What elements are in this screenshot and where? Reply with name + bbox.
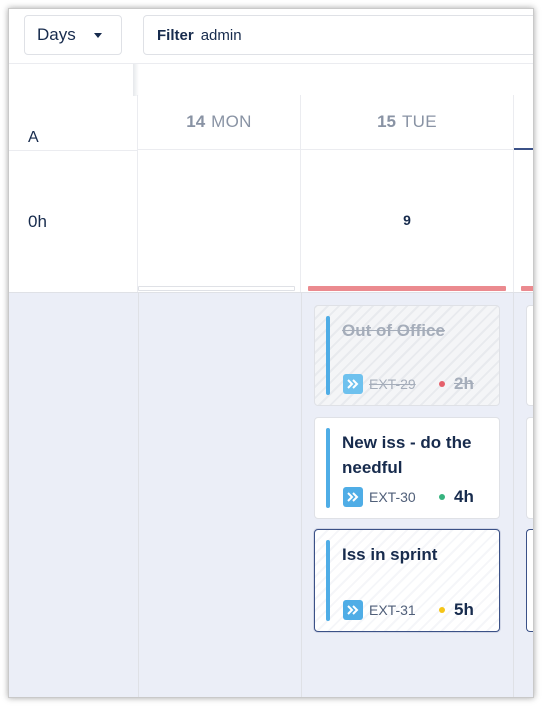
priority-dot [439, 494, 445, 500]
issue-hours: 4h [454, 487, 474, 506]
issue-card-partial[interactable] [526, 417, 533, 519]
resource-header-label: A [28, 129, 39, 146]
card-title: New iss - do the needful [342, 433, 472, 477]
filter-field[interactable]: Filter admin [143, 15, 533, 55]
day-column-mon: 14 MON [138, 95, 301, 292]
issue-key[interactable]: EXT-31 [369, 602, 435, 618]
chevron-double-right-icon [343, 600, 363, 620]
grid-line [301, 293, 302, 697]
priority-dot [439, 381, 445, 387]
capacity-bar [308, 286, 506, 291]
day-column-next [513, 95, 533, 292]
card-meta: EXT-30 4h [343, 487, 474, 507]
day-header[interactable]: 15 TUE [301, 95, 513, 150]
card-meta: EXT-29 2h [343, 374, 474, 394]
toolbar: Days Filter admin [9, 9, 533, 63]
planner-window: Days Filter admin A 0h 14 MON 15 TUE 9 O… [8, 8, 534, 698]
day-column-tue: 15 TUE 9 [301, 95, 513, 292]
day-name: TUE [402, 112, 437, 131]
card-accent [326, 428, 330, 508]
capacity-bar [521, 286, 533, 291]
filter-label: Filter [157, 26, 194, 44]
priority-dot [439, 607, 445, 613]
timeline-header-strip [9, 63, 533, 96]
card-accent [326, 540, 330, 621]
day-name: MON [211, 112, 252, 131]
divider [9, 150, 138, 151]
day-header[interactable]: 14 MON [138, 95, 300, 150]
grid-line [513, 293, 514, 697]
resource-column: A 0h [9, 95, 138, 292]
day-number: 15 [377, 112, 396, 131]
card-title: Out of Office [342, 321, 445, 340]
issue-key[interactable]: EXT-30 [369, 489, 435, 505]
issue-hours: 2h [454, 374, 474, 393]
card-meta: EXT-31 5h [343, 600, 474, 620]
day-number: 14 [186, 112, 206, 131]
issue-card-partial[interactable] [526, 529, 533, 632]
card-accent [326, 316, 330, 395]
today-marker [514, 95, 533, 150]
day-total: 9 [403, 212, 411, 228]
issue-card[interactable]: New iss - do the needful EXT-30 4h [314, 417, 500, 519]
view-select-label: Days [37, 25, 76, 44]
issue-card-partial[interactable] [526, 305, 533, 406]
issue-card[interactable]: Out of Office EXT-29 2h [314, 305, 500, 406]
caret-down-icon [93, 32, 102, 38]
view-select[interactable]: Days [24, 15, 122, 55]
issue-key[interactable]: EXT-29 [369, 376, 435, 392]
filter-value: admin [200, 26, 242, 44]
chevron-double-right-icon [343, 487, 363, 507]
issue-hours: 5h [454, 600, 474, 619]
resource-hours: 0h [28, 212, 47, 231]
capacity-bar [138, 286, 295, 291]
issue-card-selected[interactable]: Iss in sprint EXT-31 5h [314, 529, 500, 632]
chevron-double-right-icon [343, 374, 363, 394]
card-title: Iss in sprint [342, 545, 438, 564]
column-shadow [133, 64, 139, 96]
grid-line [138, 293, 139, 697]
